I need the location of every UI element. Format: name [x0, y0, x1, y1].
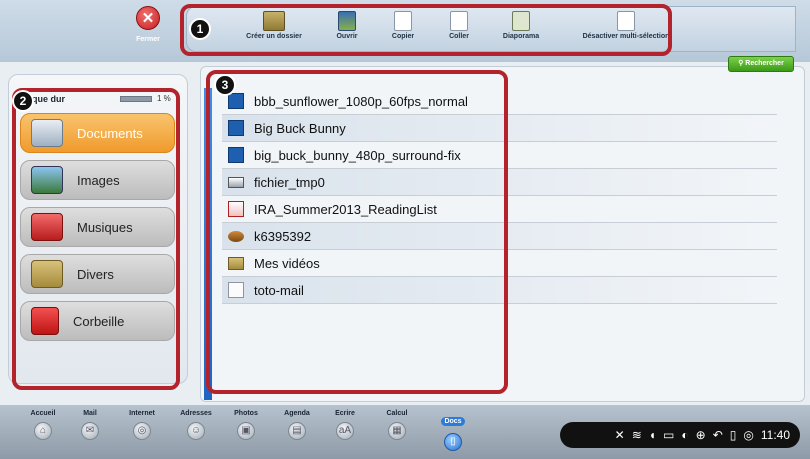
dock-item-internet[interactable]: Internet ◎: [119, 410, 165, 440]
dock-item-accueil[interactable]: Accueil ⌂: [20, 410, 66, 440]
close-button[interactable]: ✕ Fermer: [120, 6, 176, 56]
calendar-icon: ▤: [288, 422, 306, 440]
camera-icon: ▣: [237, 422, 255, 440]
clock-time: 11:40: [760, 428, 790, 442]
dock-item-label: Agenda: [284, 410, 310, 417]
search-button[interactable]: ⚲ Rechercher: [728, 56, 794, 72]
back-icon[interactable]: ↶: [713, 428, 723, 442]
callout-badge-2: 2: [12, 90, 34, 112]
trash-icon[interactable]: ▯: [730, 428, 737, 442]
calculator-icon: ▦: [388, 422, 406, 440]
docs-icon: ▯: [444, 433, 462, 451]
search-label: Rechercher: [745, 60, 784, 67]
system-tray: ✕ ≋ ◖ ▭ ◐ ⊕ ↶ ▯ ◎ 11:40: [560, 422, 800, 448]
callout-badge-3: 3: [214, 74, 236, 96]
battery-icon[interactable]: ▭: [663, 428, 674, 442]
contacts-icon: ☺: [187, 422, 205, 440]
close-icon: ✕: [136, 6, 160, 30]
close-label: Fermer: [136, 36, 160, 43]
dock-item-label: Internet: [129, 410, 155, 417]
globe-icon: ◎: [133, 422, 151, 440]
dock-item-docs[interactable]: Docs ▯: [430, 410, 476, 451]
callout-toolbar: [180, 4, 672, 56]
dock-item-label: Adresses: [180, 410, 212, 417]
callout-badge-1: 1: [189, 18, 211, 40]
dock-item-mail[interactable]: Mail ✉: [67, 410, 113, 440]
callout-file-list: [206, 70, 508, 394]
callout-sidebar: [12, 88, 180, 390]
wifi-icon[interactable]: ≋: [632, 428, 642, 442]
dock-item-agenda[interactable]: Agenda ▤: [274, 410, 320, 440]
volume-icon[interactable]: ◖: [649, 428, 656, 442]
dock-item-label: Calcul: [386, 410, 408, 417]
dock-item-calcul[interactable]: Calcul ▦: [374, 410, 420, 440]
mail-icon: ✉: [81, 422, 99, 440]
search-icon: ⚲: [738, 60, 744, 67]
dock-item-label: Ecrire: [335, 410, 355, 417]
add-icon[interactable]: ⊕: [696, 428, 706, 442]
dock-item-adresses[interactable]: Adresses ☺: [173, 410, 219, 440]
dock-item-label: Mail: [83, 410, 97, 417]
help-icon[interactable]: ◎: [743, 428, 753, 442]
tools-icon[interactable]: ✕: [615, 428, 625, 442]
toggle-icon[interactable]: ◐: [681, 428, 688, 442]
dock-item-label: Photos: [234, 410, 258, 417]
dock-item-label: Docs: [441, 417, 465, 426]
dock-item-ecrire[interactable]: Ecrire aA: [322, 410, 368, 440]
dock-item-photos[interactable]: Photos ▣: [223, 410, 269, 440]
home-icon: ⌂: [34, 422, 52, 440]
dock-item-label: Accueil: [30, 410, 56, 417]
write-icon: aA: [336, 422, 354, 440]
